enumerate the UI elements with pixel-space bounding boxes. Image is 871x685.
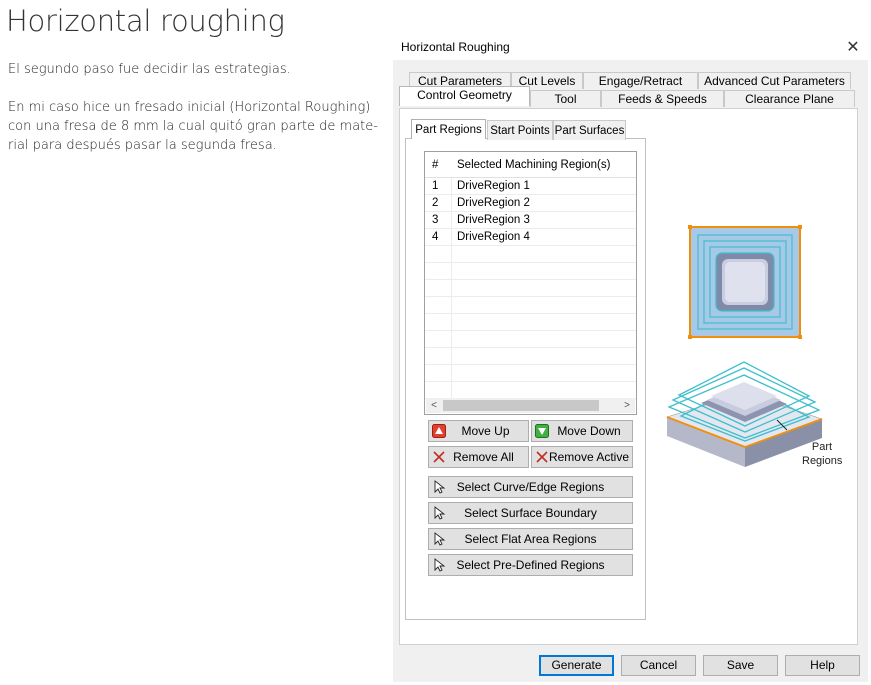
iso-view-diagram bbox=[666, 361, 823, 467]
remove-x-icon bbox=[536, 451, 548, 463]
select-surface-boundary-button[interactable]: Select Surface Boundary bbox=[428, 502, 633, 524]
cursor-arrow-icon bbox=[434, 532, 446, 546]
page-title: Horizontal roughing bbox=[6, 4, 285, 38]
table-row[interactable]: 3 DriveRegion 3 bbox=[425, 212, 636, 229]
select-flat-label: Select Flat Area Regions bbox=[464, 532, 597, 546]
scroll-left-arrow-icon[interactable]: < bbox=[426, 398, 442, 413]
row-number: 4 bbox=[425, 229, 452, 245]
tab-control-geometry[interactable]: Control Geometry bbox=[399, 86, 530, 106]
paragraph-line: rial para después pasar la segunda fresa… bbox=[8, 138, 277, 153]
column-header-number[interactable]: # bbox=[432, 159, 438, 171]
empty-row bbox=[425, 331, 636, 348]
row-number: 1 bbox=[425, 178, 452, 194]
select-flat-area-regions-button[interactable]: Select Flat Area Regions bbox=[428, 528, 633, 550]
list-header: # Selected Machining Region(s) bbox=[425, 152, 636, 178]
machining-regions-list[interactable]: # Selected Machining Region(s) 1 DriveRe… bbox=[424, 151, 637, 415]
active-tab-row: Control Geometry bbox=[399, 86, 858, 106]
dialog-title: Horizontal Roughing bbox=[401, 40, 510, 54]
paragraph-line: con una fresa de 8 mm la cual quitó gran… bbox=[8, 119, 378, 134]
dialog-titlebar: Horizontal Roughing ✕ bbox=[393, 34, 868, 60]
empty-row bbox=[425, 382, 636, 399]
table-row[interactable]: 1 DriveRegion 1 bbox=[425, 178, 636, 195]
row-number: 2 bbox=[425, 195, 452, 211]
move-down-button[interactable]: Move Down bbox=[531, 420, 633, 442]
help-button[interactable]: Help bbox=[785, 655, 860, 676]
subtab-part-surfaces[interactable]: Part Surfaces bbox=[553, 120, 626, 140]
cursor-arrow-icon bbox=[434, 558, 446, 572]
subtab-start-points[interactable]: Start Points bbox=[487, 120, 553, 140]
cursor-arrow-icon bbox=[434, 480, 446, 494]
paragraph-line: El segundo paso fue decidir las estrateg… bbox=[8, 62, 291, 77]
table-row[interactable]: 4 DriveRegion 4 bbox=[425, 229, 636, 246]
paragraph-intro: El segundo paso fue decidir las estrateg… bbox=[8, 60, 388, 79]
empty-row bbox=[425, 246, 636, 263]
cancel-button[interactable]: Cancel bbox=[621, 655, 696, 676]
move-up-button[interactable]: Move Up bbox=[428, 420, 529, 442]
empty-row bbox=[425, 263, 636, 280]
column-header-region[interactable]: Selected Machining Region(s) bbox=[457, 159, 610, 171]
select-curve-edge-regions-button[interactable]: Select Curve/Edge Regions bbox=[428, 476, 633, 498]
close-icon[interactable]: ✕ bbox=[842, 36, 864, 58]
table-row[interactable]: 2 DriveRegion 2 bbox=[425, 195, 636, 212]
paragraph-line: En mi caso hice un fresado inicial (Hori… bbox=[8, 100, 371, 115]
remove-active-button[interactable]: Remove Active bbox=[531, 446, 633, 468]
row-region-name: DriveRegion 3 bbox=[457, 214, 530, 226]
move-down-label: Move Down bbox=[557, 424, 621, 438]
regions-label-line: Regions bbox=[802, 455, 843, 467]
scroll-thumb[interactable] bbox=[443, 400, 599, 411]
part-regions-label: Part Regions bbox=[802, 440, 842, 468]
top-view-diagram bbox=[688, 225, 802, 339]
row-region-name: DriveRegion 1 bbox=[457, 180, 530, 192]
generate-button[interactable]: Generate bbox=[539, 655, 614, 676]
part-label-line: Part bbox=[811, 441, 833, 453]
arrow-up-icon bbox=[432, 424, 446, 438]
tab-engage-retract[interactable]: Engage/Retract bbox=[583, 72, 698, 89]
horizontal-roughing-dialog: Horizontal Roughing ✕ Cut Parameters Cut… bbox=[393, 34, 868, 682]
row-region-name: DriveRegion 2 bbox=[457, 197, 530, 209]
remove-active-label: Remove Active bbox=[548, 450, 630, 464]
empty-row bbox=[425, 314, 636, 331]
tab-advanced-cut-parameters[interactable]: Advanced Cut Parameters bbox=[698, 72, 851, 89]
horizontal-scrollbar[interactable]: < > bbox=[426, 398, 635, 413]
arrow-down-icon bbox=[535, 424, 549, 438]
empty-row bbox=[425, 365, 636, 382]
select-predefined-regions-button[interactable]: Select Pre-Defined Regions bbox=[428, 554, 633, 576]
move-up-label: Move Up bbox=[461, 424, 510, 438]
remove-all-label: Remove All bbox=[453, 450, 514, 464]
select-predefined-label: Select Pre-Defined Regions bbox=[456, 558, 605, 572]
remove-all-button[interactable]: Remove All bbox=[428, 446, 529, 468]
row-number: 3 bbox=[425, 212, 452, 228]
remove-x-icon bbox=[433, 451, 445, 463]
empty-row bbox=[425, 297, 636, 314]
subtab-part-regions[interactable]: Part Regions bbox=[411, 119, 486, 139]
paragraph-detail: En mi caso hice un fresado inicial (Hori… bbox=[8, 98, 388, 155]
scroll-right-arrow-icon[interactable]: > bbox=[619, 398, 635, 413]
empty-row bbox=[425, 348, 636, 365]
empty-row bbox=[425, 280, 636, 297]
cursor-arrow-icon bbox=[434, 506, 446, 520]
select-curve-label: Select Curve/Edge Regions bbox=[456, 480, 605, 494]
row-region-name: DriveRegion 4 bbox=[457, 231, 530, 243]
select-surface-label: Select Surface Boundary bbox=[464, 506, 597, 520]
save-button[interactable]: Save bbox=[703, 655, 778, 676]
